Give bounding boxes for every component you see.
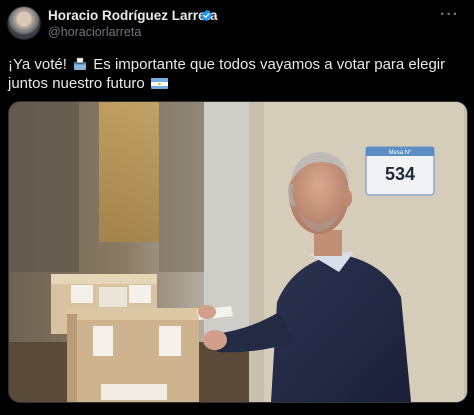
- tweet-text: ¡Ya voté! Es importante que todos vayamo…: [8, 56, 468, 93]
- table-number: 534: [385, 164, 415, 184]
- author-handle[interactable]: @horaciorlarreta: [48, 25, 141, 39]
- verified-badge-icon: [201, 9, 212, 22]
- photo-scene: Mesa N° 534: [9, 102, 467, 402]
- more-options-icon[interactable]: ···: [440, 6, 459, 24]
- sign-label: Mesa N°: [388, 150, 412, 156]
- tweet-text-part1: ¡Ya voté!: [8, 56, 67, 73]
- tweet: Horacio Rodríguez Larreta @horaciorlarre…: [0, 0, 474, 415]
- ballot-box-icon: [73, 57, 87, 71]
- argentina-flag-icon: [150, 77, 168, 89]
- author-name[interactable]: Horacio Rodríguez Larreta: [48, 8, 218, 23]
- tweet-photo[interactable]: Mesa N° 534: [8, 101, 468, 403]
- avatar[interactable]: [7, 6, 41, 40]
